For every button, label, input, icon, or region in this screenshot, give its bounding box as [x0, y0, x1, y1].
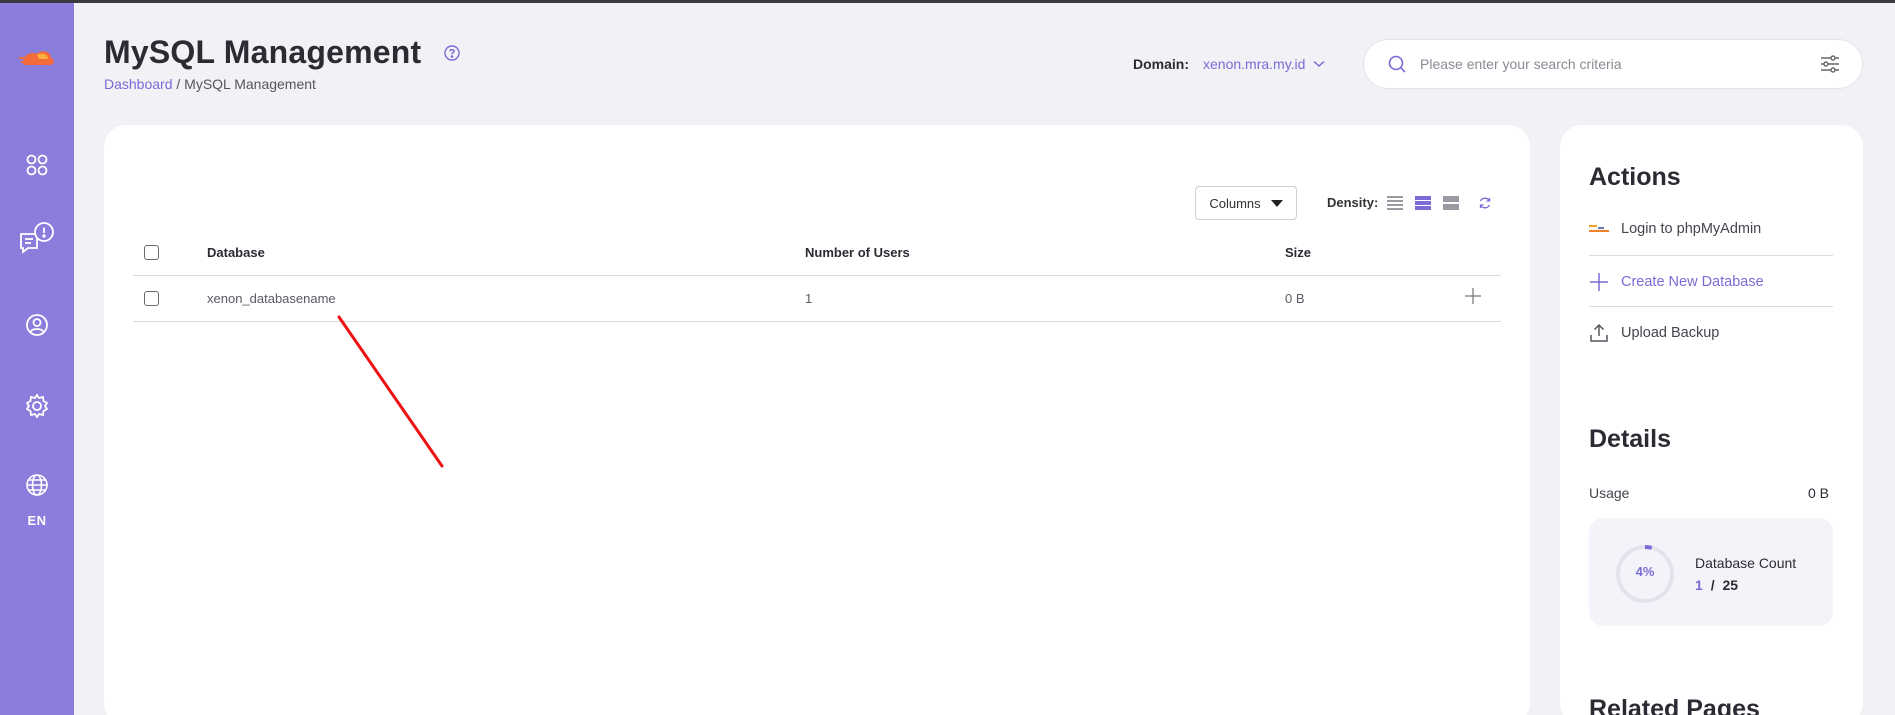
cell-number-of-users: 1: [805, 291, 813, 306]
filter-settings-icon[interactable]: [1820, 55, 1840, 73]
window-top-bar: [0, 0, 1895, 3]
sidebar-item-profile[interactable]: [0, 313, 74, 337]
usage-label: Usage: [1589, 485, 1630, 501]
table-header-divider: [133, 275, 1501, 276]
sidebar-item-apps[interactable]: [0, 153, 74, 177]
plus-icon: [1589, 272, 1609, 292]
action-divider: [1589, 255, 1833, 256]
density-label: Density:: [1327, 195, 1379, 210]
action-create-new-database[interactable]: Create New Database: [1589, 272, 1764, 292]
column-header-size[interactable]: Size: [1285, 245, 1311, 260]
caret-down-icon: [1270, 199, 1283, 207]
search-icon: [1388, 55, 1406, 73]
expand-row-plus-icon[interactable]: [1463, 286, 1483, 306]
column-header-number-of-users[interactable]: Number of Users: [805, 245, 910, 260]
globe-icon: [26, 474, 48, 496]
search-input[interactable]: Please enter your search criteria: [1420, 56, 1820, 72]
chevron-down-icon: [1313, 60, 1325, 68]
breadcrumb-current: MySQL Management: [184, 76, 316, 92]
breadcrumb-separator: /: [176, 76, 181, 92]
page-title: MySQL Management: [104, 34, 422, 70]
database-count-total: 25: [1722, 577, 1739, 593]
row-checkbox[interactable]: [144, 291, 159, 306]
select-all-checkbox[interactable]: [144, 245, 159, 260]
logo-icon: [19, 51, 54, 65]
database-count-label: Database Count: [1695, 555, 1797, 571]
cell-database-name[interactable]: xenon_databasename: [207, 291, 336, 306]
help-icon[interactable]: [444, 45, 460, 66]
database-count-percent: 4%: [1635, 564, 1655, 579]
upload-icon: [1589, 323, 1609, 343]
breadcrumb-dashboard-link[interactable]: Dashboard: [104, 76, 173, 92]
settings-gear-icon: [25, 393, 49, 419]
column-header-database[interactable]: Database: [207, 245, 265, 260]
database-count-used: 1: [1695, 577, 1703, 593]
domain-label: Domain:: [1133, 56, 1189, 72]
columns-button[interactable]: Columns: [1195, 186, 1297, 220]
action-label: Create New Database: [1621, 274, 1764, 290]
apps-grid-icon: [26, 154, 48, 176]
table-row-divider: [133, 321, 1501, 322]
action-label: Login to phpMyAdmin: [1621, 221, 1762, 237]
database-count-value: 1 / 25: [1695, 577, 1738, 593]
action-upload-backup[interactable]: Upload Backup: [1589, 323, 1719, 343]
related-pages-title: Related Pages: [1589, 695, 1760, 715]
usage-value: 0 B: [1808, 485, 1830, 501]
domain-selector[interactable]: Domain: xenon.mra.my.id: [1133, 56, 1325, 72]
search-bar[interactable]: Please enter your search criteria: [1363, 39, 1863, 89]
density-compact-icon[interactable]: [1387, 195, 1403, 211]
notifications-chat-icon: [20, 222, 54, 254]
density-standard-icon[interactable]: [1415, 195, 1431, 211]
database-count-separator: /: [1710, 577, 1715, 593]
details-title: Details: [1589, 425, 1671, 453]
action-login-phpmyadmin[interactable]: Login to phpMyAdmin: [1589, 221, 1761, 237]
refresh-icon[interactable]: [1478, 196, 1492, 210]
sidebar-item-settings[interactable]: [0, 393, 74, 419]
sidebar-panel: [1560, 125, 1863, 715]
sidebar-logo[interactable]: [0, 45, 74, 71]
phpmyadmin-icon: [1589, 223, 1609, 235]
sidebar-item-notifications[interactable]: [0, 222, 74, 256]
domain-value[interactable]: xenon.mra.my.id: [1203, 56, 1305, 72]
cell-size: 0 B: [1285, 291, 1305, 306]
user-profile-icon: [26, 314, 48, 336]
columns-label: Columns: [1209, 195, 1261, 211]
sidebar-item-language[interactable]: [0, 473, 74, 497]
action-divider: [1589, 306, 1833, 307]
density-comfortable-icon[interactable]: [1443, 195, 1459, 211]
action-label: Upload Backup: [1621, 325, 1720, 341]
actions-title: Actions: [1589, 163, 1681, 191]
sidebar: EN: [0, 3, 74, 715]
database-list-card: [104, 125, 1530, 715]
language-code[interactable]: EN: [0, 513, 74, 528]
breadcrumb: Dashboard / MySQL Management: [104, 76, 316, 92]
